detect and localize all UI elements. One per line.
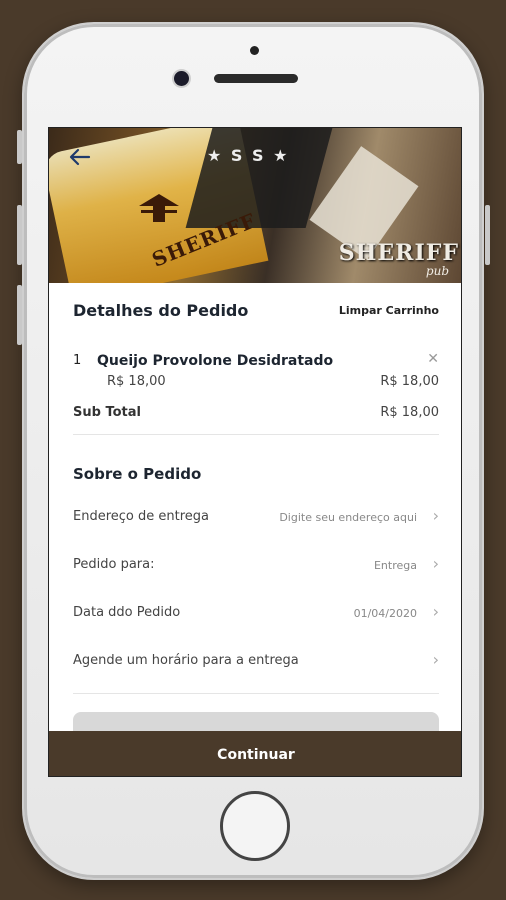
item-quantity: 1 [73,353,82,368]
item-unit-price: R$ 18,00 [107,374,166,389]
mute-switch [17,130,22,164]
row-value: Digite seu endereço aqui [279,511,417,524]
order-for-row[interactable]: Pedido para: Entrega › [73,549,439,597]
continue-button[interactable]: Continuar [49,731,461,776]
volume-up-button [17,205,22,265]
cart-item: 1 Queijo Provolone Desidratado ✕ R$ 18,0… [73,343,439,405]
delivery-address-row[interactable]: Endereço de entrega Digite seu endereço … [73,501,439,549]
arrow-left-icon[interactable] [69,148,91,166]
chevron-right-icon: › [432,602,439,621]
subtotal-value: R$ 18,00 [380,405,439,420]
row-value: Entrega [373,559,417,572]
home-button[interactable] [220,791,290,861]
schedule-delivery-row[interactable]: Agende um horário para a entrega › [73,645,439,693]
item-name: Queijo Provolone Desidratado [97,353,334,369]
chevron-right-icon: › [432,506,439,525]
clear-cart-button[interactable]: Limpar Carrinho [339,304,439,317]
page-title: Detalhes do Pedido [73,301,249,320]
order-header: Detalhes do Pedido Limpar Carrinho [73,283,439,343]
close-icon[interactable]: ✕ [427,351,439,367]
about-order-title: Sobre o Pedido [73,465,202,483]
order-content: Detalhes do Pedido Limpar Carrinho 1 Que… [49,283,461,694]
row-label: Pedido para: [73,557,155,572]
cowboy-logo-icon [139,194,179,222]
earpiece-speaker [214,74,298,83]
chevron-right-icon: › [432,650,439,669]
chevron-right-icon: › [432,554,439,573]
divider [73,693,439,694]
power-button [485,205,490,265]
banner-stars: ★ S S ★ [207,146,290,165]
subtotal-label: Sub Total [73,405,141,420]
banner-shadow [185,128,333,228]
brand-sub: pub [425,264,449,278]
header-banner: ★ S S ★ SHERIFF SHERIFF pub [49,128,461,283]
item-total-price: R$ 18,00 [380,374,439,389]
app-screen: ★ S S ★ SHERIFF SHERIFF pub Detalhes do … [48,127,462,777]
sensor-dot [250,46,259,55]
front-camera [174,71,189,86]
row-label: Data ddo Pedido [73,605,181,620]
row-label: Agende um horário para a entrega [73,653,299,668]
order-date-row[interactable]: Data ddo Pedido 01/04/2020 › [73,597,439,645]
row-label: Endereço de entrega [73,509,209,524]
volume-down-button [17,285,22,345]
subtotal-row: Sub Total R$ 18,00 [73,405,439,435]
brand-logo: SHERIFF [338,240,459,266]
row-value: 01/04/2020 [353,607,417,620]
